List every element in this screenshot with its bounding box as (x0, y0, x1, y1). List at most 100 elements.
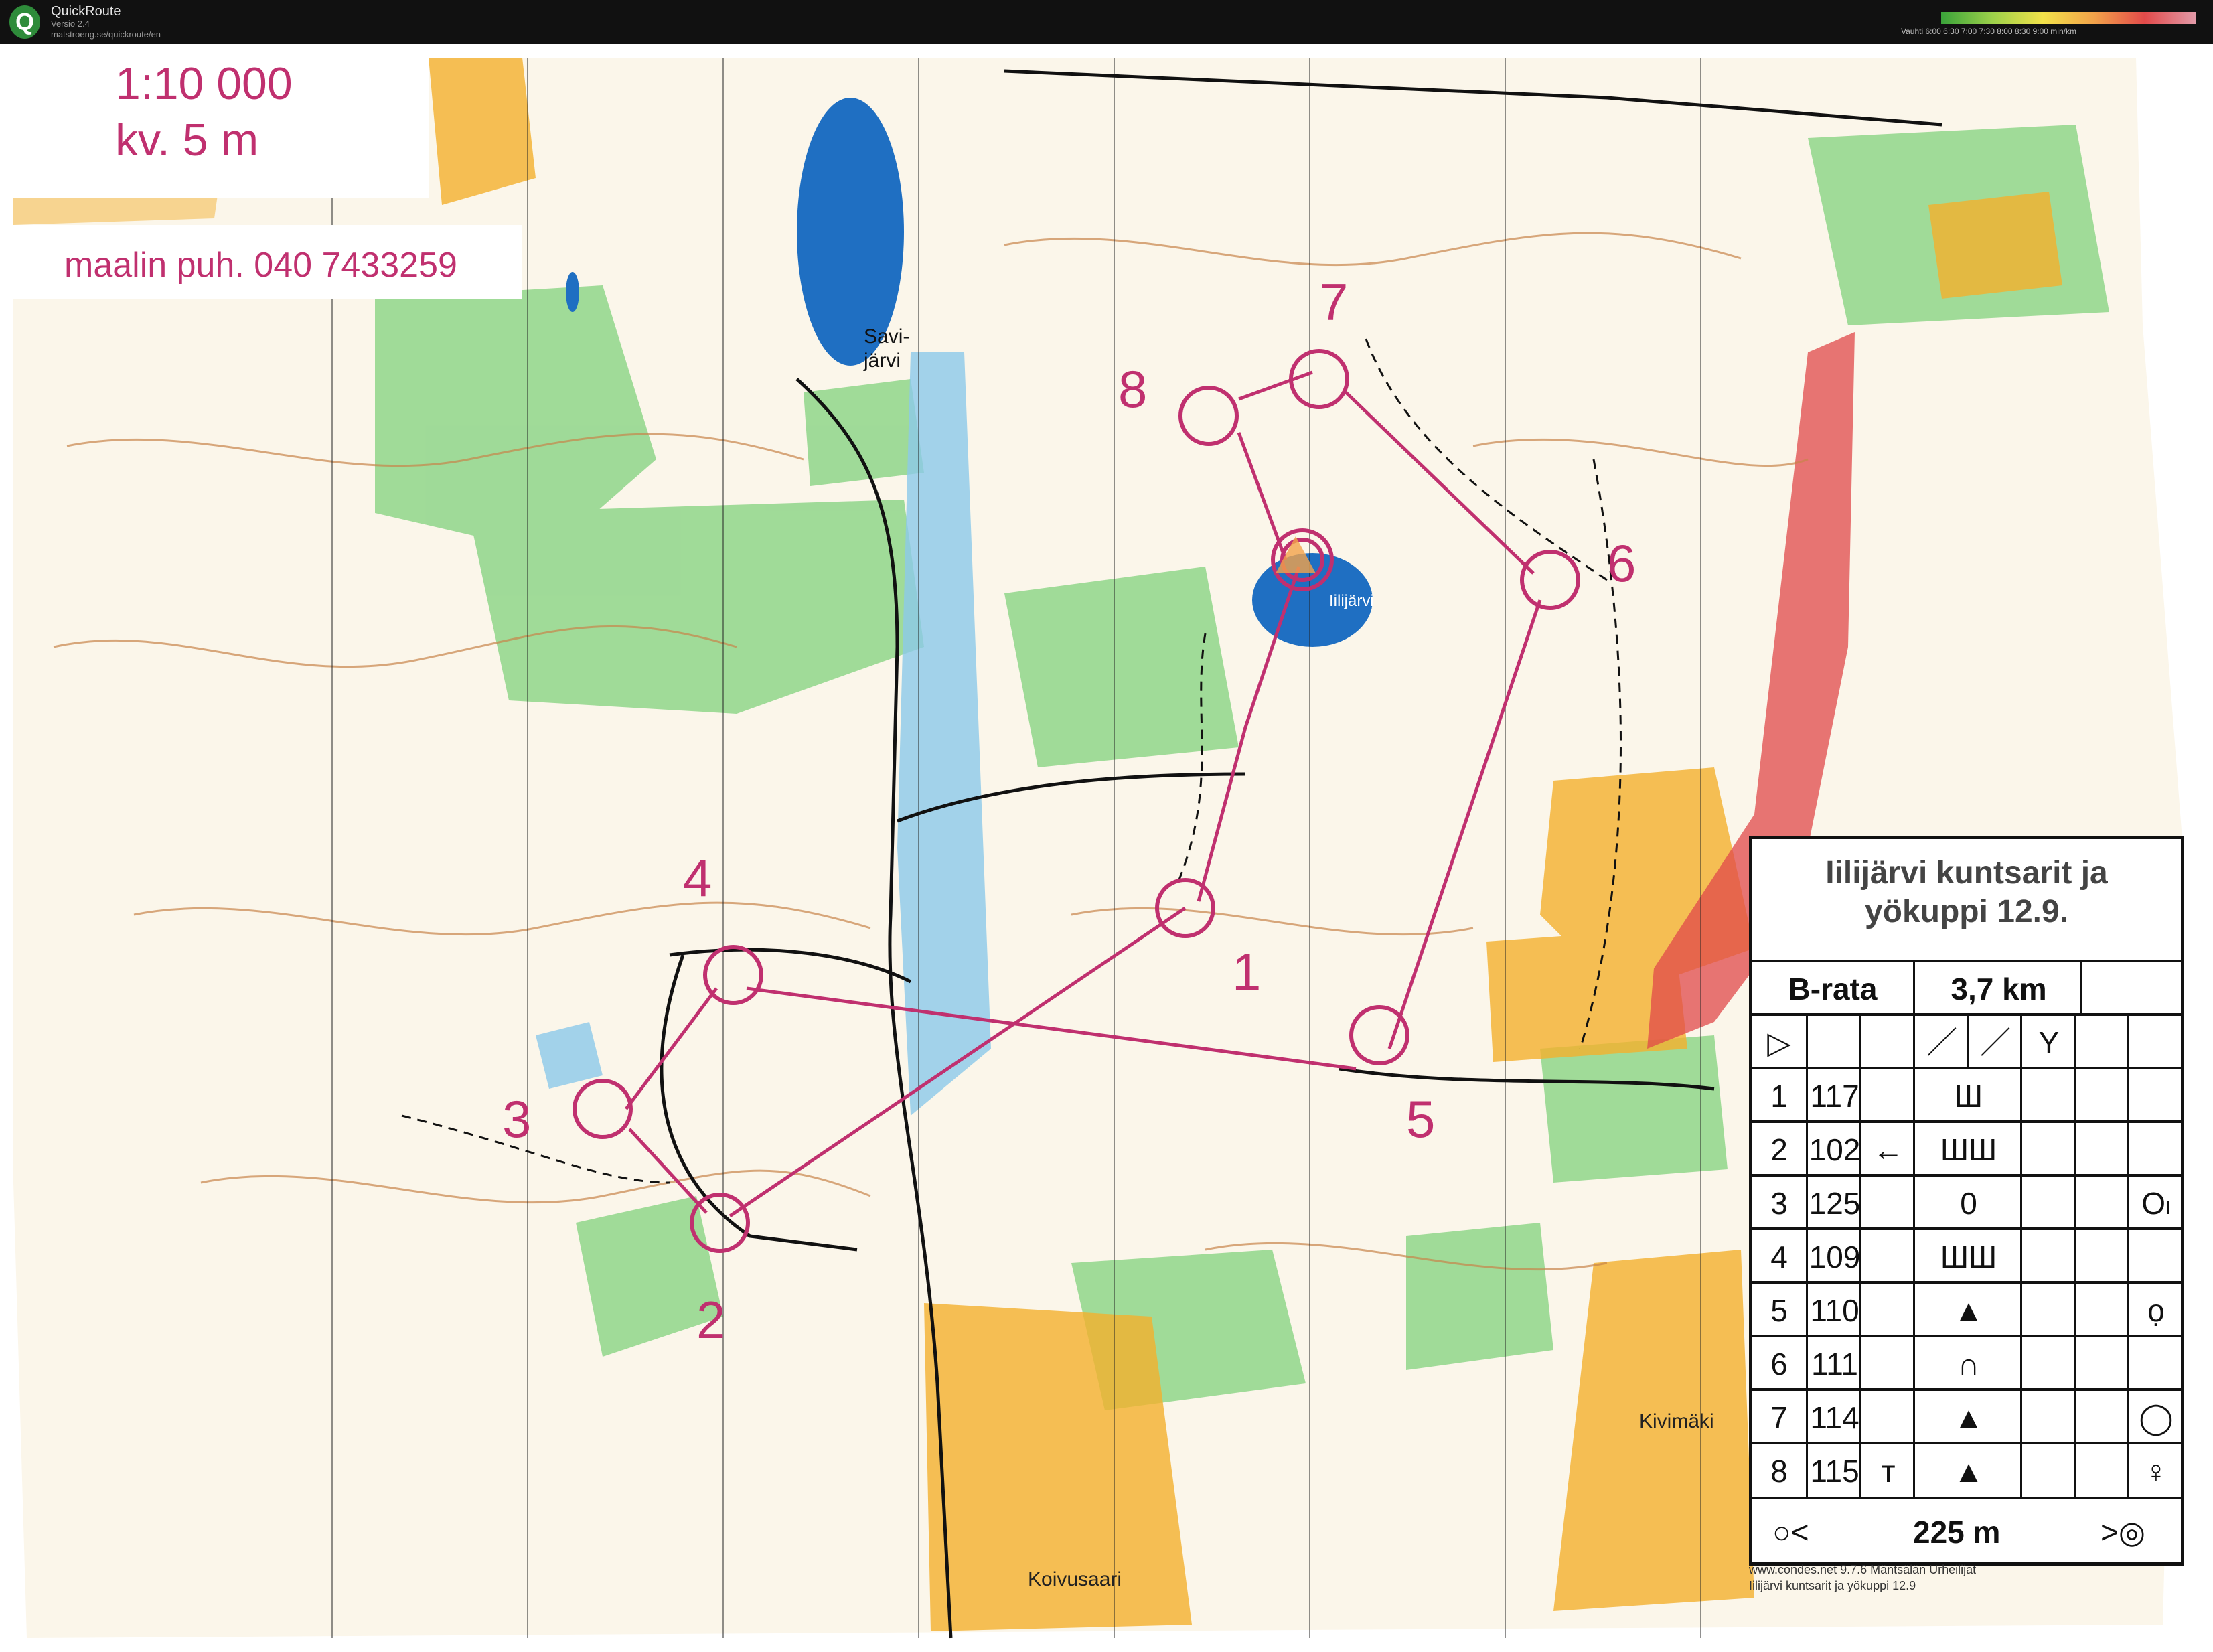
control-empty-cell (2074, 1123, 2129, 1177)
control-empty-cell (2020, 1391, 2076, 1444)
control-extra-7 (1859, 1391, 1915, 1444)
control-extra-1 (1859, 1069, 1915, 1123)
control-code-8: 115 (1806, 1444, 1861, 1498)
header-symbol-2: ／ (1967, 1016, 2022, 1069)
control-feature-4: ШШ (1913, 1230, 2022, 1284)
control-code-1: 117 (1806, 1069, 1861, 1123)
control-num-6: 6 (1770, 1347, 1788, 1381)
control-appearance-7: ◯ (2127, 1391, 2183, 1444)
control-num-7: 7 (1770, 1400, 1788, 1435)
control-appearance-1 (2127, 1069, 2183, 1123)
footer-distance: 225 m (1913, 1515, 2001, 1550)
card-title: Iilijärvi kuntsarit ja yökuppi 12.9. (1752, 854, 2181, 931)
footer-right-symbol: >◎ (2101, 1515, 2146, 1550)
quickroute-logo: Q (9, 5, 40, 39)
pace-legend: Vauhti 6:00 6:30 7:00 7:30 8:00 8:30 9:0… (1901, 12, 2196, 39)
control-empty-cell (2074, 1069, 2129, 1123)
control-number-6: 6 (1607, 534, 1636, 593)
app-url: matstroeng.se/quickroute/en (51, 29, 161, 40)
control-number-1: 1 (1232, 942, 1262, 1001)
title-bar: Q QuickRoute Versio 2.4 matstroeng.se/qu… (0, 0, 2213, 44)
control-empty-cell (2020, 1284, 2076, 1337)
card-footer: ○< 225 m >◎ (1752, 1497, 2181, 1565)
control-feature-7: ▲ (1913, 1391, 2022, 1444)
start-cell-8 (2127, 1016, 2183, 1069)
control-empty-cell (2074, 1444, 2129, 1498)
control-empty-cell (2020, 1230, 2076, 1284)
control-code-5: 110 (1806, 1284, 1861, 1337)
start-extra-cell (1859, 1016, 1915, 1069)
header-symbol-3: Y (2020, 1016, 2076, 1069)
control-feature-5: ▲ (1913, 1284, 2022, 1337)
control-extra-4 (1859, 1230, 1915, 1284)
control-appearance-8: ♀ (2127, 1444, 2183, 1498)
orienteering-map[interactable]: 1:10 000 kv. 5 m maalin puh. 040 7433259… (0, 44, 2213, 1652)
start-code-cell (1806, 1016, 1861, 1069)
control-empty-cell (2020, 1444, 2076, 1498)
control-code-7: 114 (1806, 1391, 1861, 1444)
pace-legend-labels: Vauhti 6:00 6:30 7:00 7:30 8:00 8:30 9:0… (1901, 27, 2076, 36)
control-code-3: 125 (1806, 1177, 1861, 1230)
control-extra-6 (1859, 1337, 1915, 1391)
control-number-3: 3 (502, 1090, 532, 1148)
control-row-1: 1 117 Ш (1752, 1067, 2181, 1123)
place-label-koivusaari: Koivusaari (1028, 1568, 1122, 1590)
control-num-8: 8 (1770, 1454, 1788, 1489)
course-name: B-rata (1788, 972, 1878, 1006)
control-empty-cell (2074, 1230, 2129, 1284)
control-extra-3 (1859, 1177, 1915, 1230)
credit-line-1: www.condes.net 9.7.6 Mäntsälän Urheilija… (1749, 1563, 1977, 1576)
control-description-card: Iilijärvi kuntsarit ja yökuppi 12.9. B-r… (1749, 836, 2184, 1566)
control-appearance-5: ọ (2127, 1284, 2183, 1337)
credit-line-2: Iilijärvi kuntsarit ja yökuppi 12.9 (1749, 1579, 1916, 1592)
control-num-1: 1 (1770, 1079, 1788, 1114)
card-title-line-2: yökuppi 12.9. (1864, 894, 2069, 929)
card-header-row: B-rata 3,7 km (1752, 960, 2181, 1016)
header-symbol-1: ／ (1913, 1016, 1969, 1069)
control-appearance-6 (2127, 1337, 2183, 1391)
start-symbol: ▷ (1767, 1025, 1791, 1060)
lake-label-iilijarvi: Iilijärvi (1329, 592, 1374, 610)
control-empty-cell (2074, 1391, 2129, 1444)
control-appearance-3: Oₗ (2127, 1177, 2183, 1230)
control-num-5: 5 (1770, 1293, 1788, 1328)
control-row-8: 8 115 ᴛ ▲ ♀ (1752, 1442, 2181, 1498)
footer-left-symbol: ○< (1772, 1515, 1809, 1550)
app-version: Versio 2.4 (51, 19, 90, 29)
lake-label-savijarvi-2: järvi (864, 350, 901, 372)
control-number-2: 2 (696, 1290, 726, 1349)
control-empty-cell (2020, 1069, 2076, 1123)
lake-label-savijarvi-1: Savi- (864, 325, 910, 348)
control-feature-3: 0 (1913, 1177, 2022, 1230)
course-length: 3,7 km (1913, 962, 2082, 1016)
control-empty-cell (2020, 1337, 2076, 1391)
finish-phone: maalin puh. 040 7433259 (64, 246, 457, 285)
control-number-8: 8 (1118, 360, 1148, 419)
control-number-5: 5 (1406, 1090, 1436, 1148)
control-feature-1: Ш (1913, 1069, 2022, 1123)
pace-color-bar (1941, 12, 2196, 24)
control-feature-8: ▲ (1913, 1444, 2022, 1498)
start-cell-7 (2074, 1016, 2129, 1069)
control-empty-cell (2074, 1177, 2129, 1230)
app-name: QuickRoute (51, 4, 121, 19)
control-feature-6: ∩ (1913, 1337, 2022, 1391)
control-code-2: 102 (1806, 1123, 1861, 1177)
control-row-6: 6 111 ∩ (1752, 1335, 2181, 1391)
control-feature-2: ШШ (1913, 1123, 2022, 1177)
control-code-6: 111 (1806, 1337, 1861, 1391)
control-row-5: 5 110 ▲ ọ (1752, 1281, 2181, 1337)
control-row-3: 3 125 0 Oₗ (1752, 1174, 2181, 1230)
control-empty-cell (2074, 1337, 2129, 1391)
control-extra-8: ᴛ (1859, 1444, 1915, 1498)
control-empty-cell (2074, 1284, 2129, 1337)
control-row-7: 7 114 ▲ ◯ (1752, 1388, 2181, 1444)
control-row-2: 2 102 ← ШШ (1752, 1120, 2181, 1177)
control-empty-cell (2020, 1123, 2076, 1177)
map-scale: 1:10 000 (115, 58, 293, 109)
control-appearance-2 (2127, 1123, 2183, 1177)
control-empty-cell (2020, 1177, 2076, 1230)
control-row-4: 4 109 ШШ (1752, 1227, 2181, 1284)
card-title-line-1: Iilijärvi kuntsarit ja (1825, 855, 2108, 891)
card-header-empty (2080, 962, 2183, 1016)
